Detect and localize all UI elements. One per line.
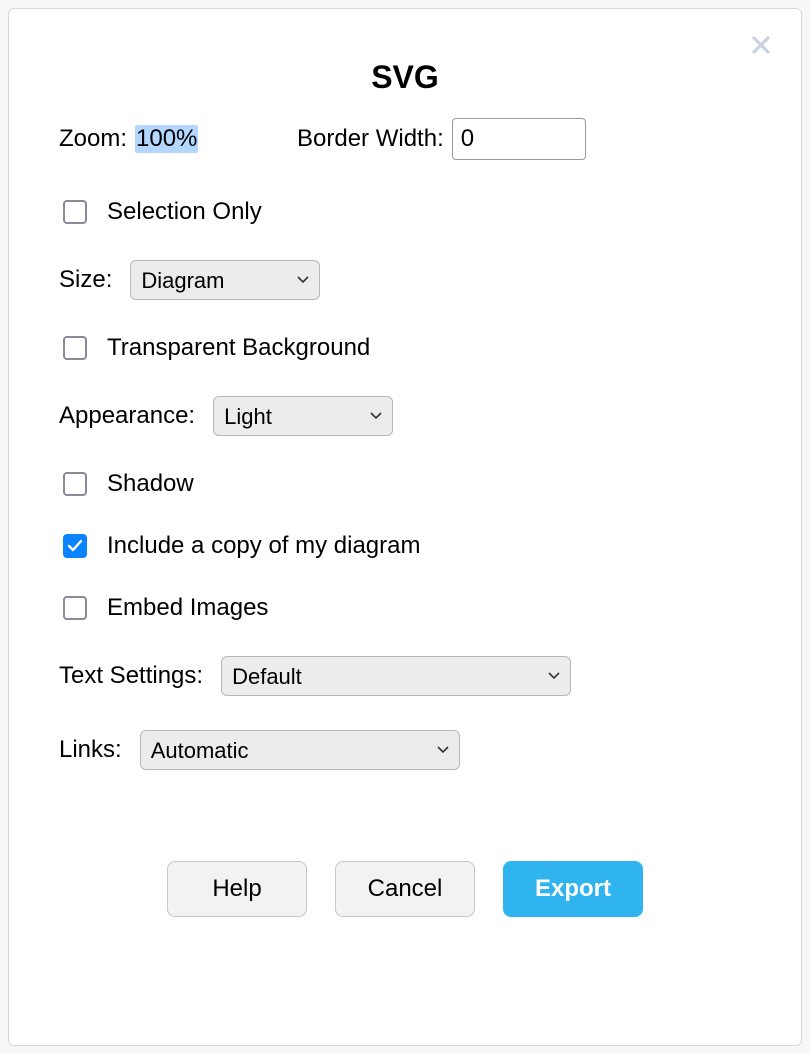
transparent-bg-label: Transparent Background [107,334,370,362]
export-button[interactable]: Export [503,861,643,917]
shadow-label: Shadow [107,470,194,498]
dialog-buttons: Help Cancel Export [9,861,801,917]
zoom-label: Zoom: [59,125,127,153]
close-button[interactable] [749,33,773,57]
shadow-row: Shadow [59,470,751,498]
include-copy-label: Include a copy of my diagram [107,532,421,560]
transparent-bg-row: Transparent Background [59,334,751,362]
text-settings-label: Text Settings: [59,662,203,690]
size-label: Size: [59,266,112,294]
appearance-label: Appearance: [59,402,195,430]
include-copy-checkbox[interactable] [63,534,87,558]
include-copy-row: Include a copy of my diagram [59,532,751,560]
text-settings-row: Text Settings: Default [59,656,751,696]
shadow-checkbox[interactable] [63,472,87,496]
appearance-select[interactable]: Light [213,396,393,436]
zoom-border-row: Zoom: 100% Border Width: [59,118,751,160]
dialog-title: SVG [59,59,751,96]
zoom-value: 100% [135,125,198,153]
size-row: Size: Diagram [59,260,751,300]
embed-images-checkbox[interactable] [63,596,87,620]
selection-only-checkbox[interactable] [63,200,87,224]
embed-images-row: Embed Images [59,594,751,622]
size-select[interactable]: Diagram [130,260,320,300]
zoom-input[interactable]: 100% [135,125,269,153]
border-width-label: Border Width: [297,125,444,153]
links-row: Links: Automatic [59,730,751,770]
links-label: Links: [59,736,122,764]
cancel-button[interactable]: Cancel [335,861,475,917]
border-width-input[interactable] [452,118,586,160]
embed-images-label: Embed Images [107,594,268,622]
close-icon [751,35,771,55]
selection-only-row: Selection Only [59,198,751,226]
selection-only-label: Selection Only [107,198,262,226]
text-settings-select[interactable]: Default [221,656,571,696]
export-dialog: SVG Zoom: 100% Border Width: Selection O… [8,8,802,1046]
help-button[interactable]: Help [167,861,307,917]
appearance-row: Appearance: Light [59,396,751,436]
transparent-bg-checkbox[interactable] [63,336,87,360]
links-select[interactable]: Automatic [140,730,460,770]
